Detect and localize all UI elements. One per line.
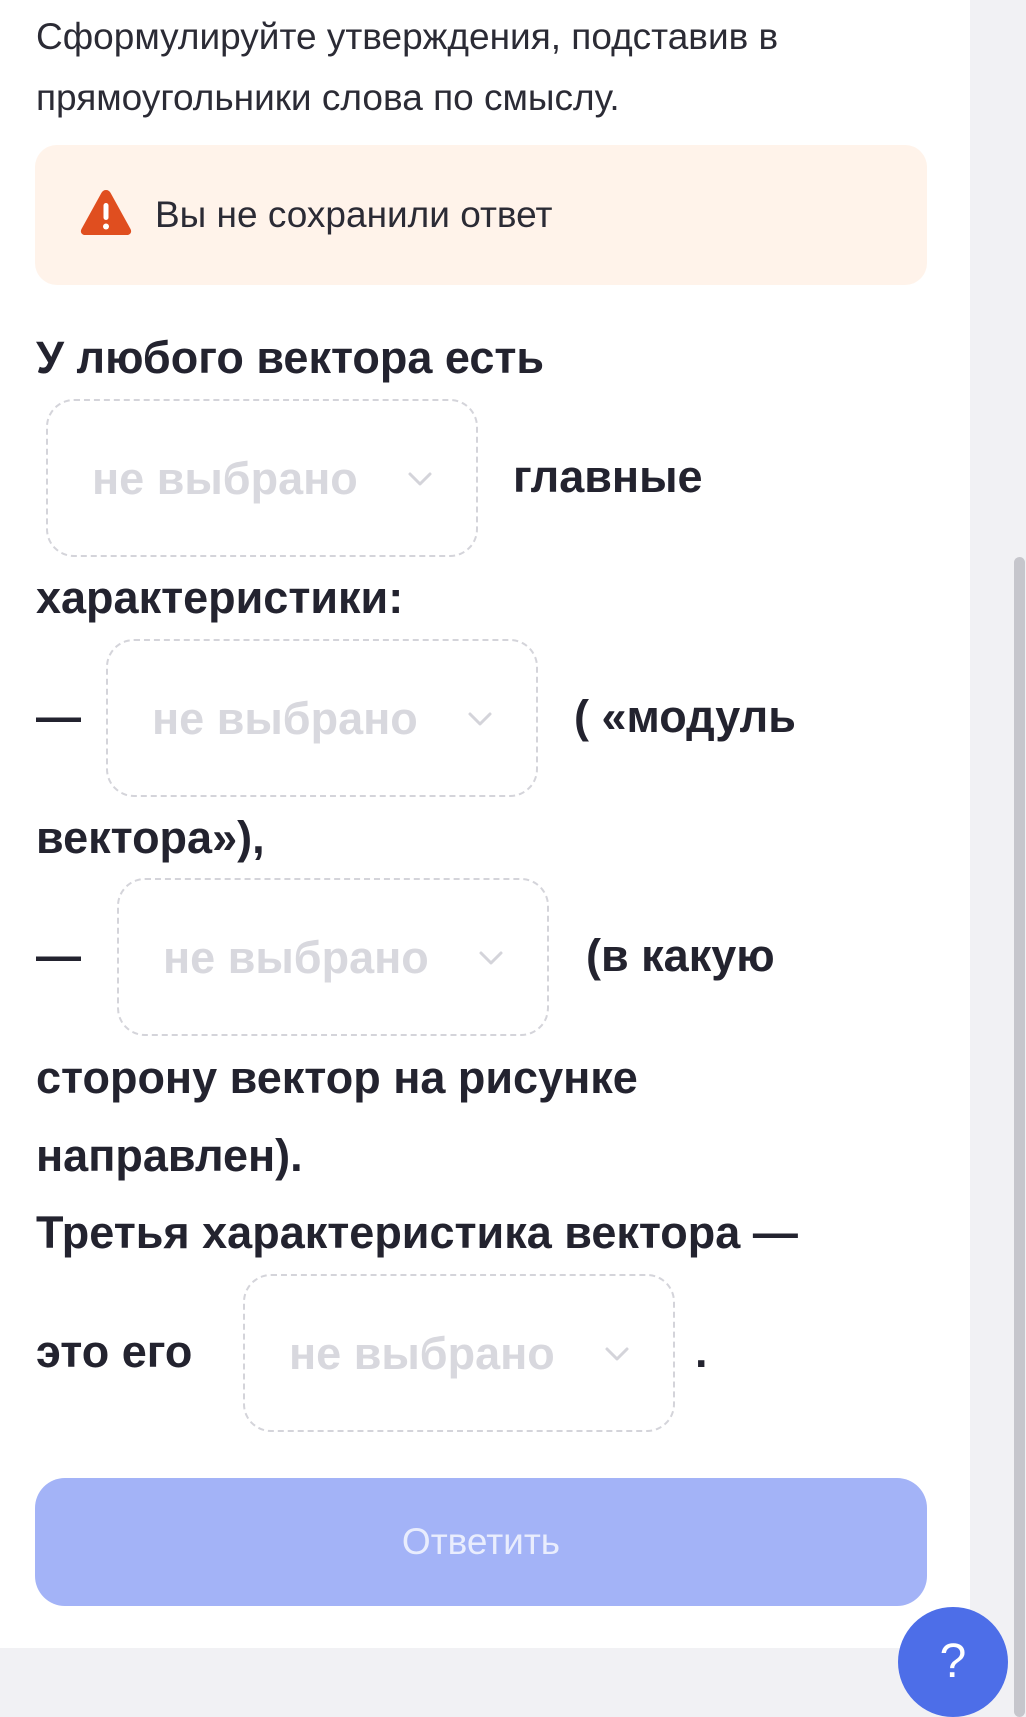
scrollbar-thumb[interactable] — [1014, 557, 1025, 1717]
exercise-dash-2: — — [36, 930, 81, 981]
exercise-text-after-blank-1: главные — [513, 451, 703, 502]
dropdown-placeholder: не выбрано — [92, 453, 358, 504]
exercise-text-line-4: сторону вектор на рисунке — [36, 1052, 638, 1103]
fill-in-exercise: У любого вектора есть не выбрано главные… — [36, 0, 936, 1500]
exercise-dash-1: — — [36, 691, 81, 742]
answer-dropdown-1[interactable]: не выбрано — [46, 399, 478, 557]
chevron-down-icon — [479, 951, 503, 965]
exercise-text-before-blank-4: это его — [36, 1326, 193, 1377]
help-button[interactable]: ? — [898, 1607, 1008, 1717]
dropdown-placeholder: не выбрано — [152, 693, 418, 744]
exercise-text-line-5: направлен). — [36, 1130, 303, 1181]
exercise-text-line-6: Третья характеристика вектора — — [36, 1207, 798, 1258]
dropdown-placeholder: не выбрано — [289, 1328, 555, 1379]
exercise-text-after-blank-2: ( «модуль — [574, 691, 796, 742]
chevron-down-icon — [468, 712, 492, 726]
task-card: Сформулируйте утверждения, подставив в п… — [0, 0, 970, 1648]
exercise-text-line-3: вектора»), — [36, 812, 265, 863]
exercise-text-after-blank-3: (в какую — [586, 930, 775, 981]
exercise-text-line-2: характеристики: — [36, 572, 404, 623]
answer-dropdown-2[interactable]: не выбрано — [106, 639, 538, 797]
dropdown-placeholder: не выбрано — [163, 932, 429, 983]
answer-dropdown-3[interactable]: не выбрано — [117, 878, 549, 1036]
exercise-text-after-blank-4: . — [695, 1326, 708, 1377]
exercise-text-line-1: У любого вектора есть — [36, 332, 545, 383]
answer-dropdown-4[interactable]: не выбрано — [243, 1274, 675, 1432]
chevron-down-icon — [605, 1347, 629, 1361]
chevron-down-icon — [408, 472, 432, 486]
submit-answer-button[interactable]: Ответить — [35, 1478, 927, 1606]
